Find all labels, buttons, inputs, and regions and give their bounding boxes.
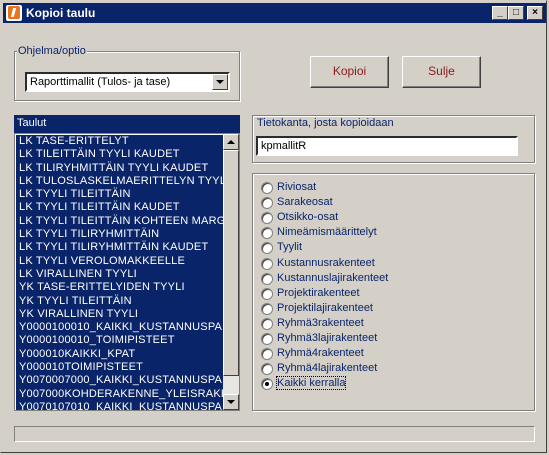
tables-list-items: LK TASE-ERITTELYT LK TILEITTÄIN TYYLI KAU… [16,135,223,410]
table-list-item[interactable]: Y0070107010_KAIKKI_KUSTANNUSPAIK [16,401,223,410]
maximize-button[interactable]: □ [508,6,524,20]
table-list-item[interactable]: Y000010KAIKKI_KPAT [16,348,223,361]
option-label: Ryhmä4rakenteet [277,347,364,360]
table-list-item[interactable]: LK TASE-ERITTELYT [16,135,223,148]
program-select[interactable]: Raporttimallit (Tulos- ja tase) [25,72,230,92]
app-icon [6,5,22,21]
tables-header: Taulut [14,115,240,133]
scroll-down-button[interactable] [223,394,239,410]
table-list-item[interactable]: Y0070007000_KAIKKI_KUSTANNUSPAIK [16,374,223,387]
tables-scrollbar[interactable] [223,134,239,410]
table-list-item[interactable]: Y007000KOHDERAKENNE_YLEISRAKEN [16,388,223,401]
option-label: Sarakeosat [277,196,333,209]
table-list-item[interactable]: Y000010TOIMIPISTEET [16,361,223,374]
status-bar [14,426,535,442]
radio-button[interactable] [261,333,273,345]
window-title: Kopioi taulu [26,6,96,20]
option-label: Kustannusrakenteet [277,256,375,269]
option-label: Ryhmä3rakenteet [277,316,364,329]
chevron-down-icon[interactable] [212,74,228,90]
table-list-item[interactable]: Y0000100010_TOIMIPISTEET [16,334,223,347]
copy-table-window: Kopioi taulu _ □ × Ohjelma/optio Raportt… [0,0,547,453]
table-list-item[interactable]: LK TYYLI VEROLOMAKKEELLE [16,255,223,268]
radio-button[interactable] [261,257,273,270]
radio-button[interactable] [261,197,273,210]
option-label: Otsikko-osat [277,211,339,224]
source-db-label: Tietokanta, josta kopioidaan [257,117,394,129]
table-list-item[interactable]: YK TASE-ERITTELYIDEN TYYLI [16,281,223,294]
table-list-item[interactable]: LK TYYLI TILEITTÄIN KOHTEEN MARGIN [16,215,223,228]
option-label: Ryhmä4lajirakenteet [277,362,378,375]
radio-button[interactable] [261,302,273,315]
table-list-item[interactable]: YK TYYLI TILEITTÄIN [16,295,223,308]
radio-button[interactable] [261,287,273,300]
program-select-value: Raporttimallit (Tulos- ja tase) [30,76,171,88]
table-list-item[interactable]: Y0000100010_KAIKKI_KUSTANNUSPAIK [16,321,223,334]
option-label: Nimeämismäärittelyt [277,226,377,239]
table-list-item[interactable]: LK TYYLI TILIRYHMITTÄIN KAUDET [16,241,223,254]
option-label: Tyylit [277,241,303,254]
close-button[interactable]: Sulje [402,56,481,88]
option-label: Riviosat [277,181,317,193]
close-window-button[interactable]: × [527,6,543,20]
radio-button[interactable] [261,348,273,361]
radio-button[interactable] [261,317,273,330]
table-list-item[interactable]: LK TILEITTÄIN TYYLI KAUDET [16,148,223,161]
source-db-value: kpmallitR [261,140,307,152]
scroll-up-button[interactable] [223,134,239,150]
minimize-button[interactable]: _ [492,6,508,20]
table-list-item[interactable]: LK TYYLI TILEITTÄIN [16,188,223,201]
table-list-item[interactable]: YK VIRALLINEN TYYLI [16,308,223,321]
source-db-field[interactable]: kpmallitR [256,136,518,156]
table-list-item[interactable]: LK TILIRYHMITTÄIN TYYLI KAUDET [16,162,223,175]
option-label: Projektirakenteet [277,286,360,299]
tables-list[interactable]: LK TASE-ERITTELYT LK TILEITTÄIN TYYLI KAU… [14,133,240,411]
table-list-item[interactable]: LK TYYLI TILEITTÄIN KAUDET [16,201,223,214]
option-label: Kaikki kerralla [275,376,347,391]
scroll-thumb[interactable] [223,150,239,376]
option-label: Kustannuslajirakenteet [277,271,389,284]
table-list-item[interactable]: LK TULOSLASKELMAERITTELYN TYYLI [16,175,223,188]
radio-button[interactable] [261,182,273,194]
title-bar: Kopioi taulu _ □ × [3,3,546,23]
program-group-label: Ohjelma/optio [17,45,87,57]
table-list-item[interactable]: LK TYYLI TILIRYHMITTÄIN [16,228,223,241]
table-list-item[interactable]: LK VIRALLINEN TYYLI [16,268,223,281]
option-label: Ryhmä3lajirakenteet [277,332,378,344]
option-label: Projektilajirakenteet [277,301,373,314]
tables-header-label: Taulut [17,117,47,129]
copy-button[interactable]: Kopioi [310,56,389,88]
radio-button[interactable] [261,272,273,285]
